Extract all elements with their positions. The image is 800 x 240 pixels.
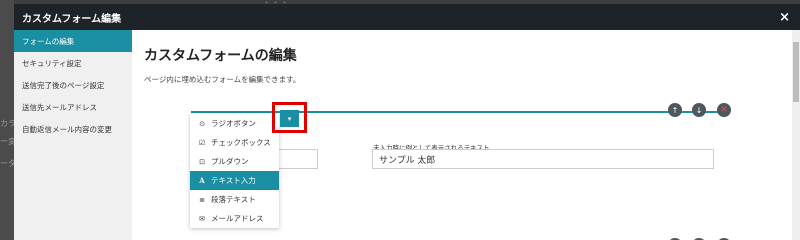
scrollbar-thumb[interactable] — [793, 42, 799, 102]
delete-icon: ✕ — [720, 105, 728, 115]
menu-item-label: メールアドレス — [211, 214, 264, 223]
menu-item-text-input[interactable]: A テキスト入力 — [190, 171, 279, 190]
modal-title: カスタムフォーム編集 — [22, 13, 122, 25]
custom-form-modal: カスタムフォーム編集 × フォームの編集 セキュリティ設定 送信完了後のページ設… — [14, 4, 800, 240]
text-icon: A — [199, 176, 205, 185]
mail-icon: ✉ — [199, 215, 205, 223]
main-content: カスタムフォームの編集 ページ内に埋め込むフォームを編集できます。 ↑ ↓ ✕ … — [132, 30, 800, 240]
sidebar-item-edit-form[interactable]: フォームの編集 — [14, 30, 132, 52]
menu-item-label: ラジオボタン — [211, 119, 256, 128]
page-title: カスタムフォームの編集 — [144, 47, 297, 63]
field-type-menu: ⊙ ラジオボタン ☑ チェックボックス ⊡ プルダウン A テキスト入力 ≣ 段… — [190, 114, 279, 228]
close-icon[interactable]: × — [779, 10, 790, 25]
sidebar-item-auto-reply[interactable]: 自動返信メール内容の変更 — [14, 118, 132, 140]
menu-item-paragraph[interactable]: ≣ 段落テキスト — [190, 190, 279, 209]
menu-item-label: チェックボックス — [211, 138, 271, 147]
page-description: ページ内に埋め込むフォームを編集できます。 — [144, 75, 301, 84]
menu-item-label: テキスト入力 — [211, 176, 256, 185]
move-up-button[interactable]: ↑ — [668, 103, 682, 117]
radio-icon: ⊙ — [199, 120, 205, 128]
paragraph-icon: ≣ — [199, 196, 205, 204]
arrow-up-icon: ↑ — [671, 105, 679, 115]
sidebar-item-completion-page[interactable]: 送信完了後のページ設定 — [14, 74, 132, 96]
arrow-down-icon: ↓ — [695, 105, 703, 115]
scrollbar[interactable] — [792, 30, 800, 240]
menu-item-label: プルダウン — [211, 157, 249, 166]
delete-field-button[interactable]: ✕ — [717, 103, 731, 117]
menu-item-pulldown[interactable]: ⊡ プルダウン — [190, 152, 279, 171]
field-name-input[interactable] — [278, 149, 318, 169]
background-page-left: カラ ー変 ータ — [0, 0, 16, 240]
select-icon: ⊡ — [199, 158, 205, 166]
menu-item-checkbox[interactable]: ☑ チェックボックス — [190, 133, 279, 152]
menu-item-label: 段落テキスト — [211, 195, 256, 204]
menu-item-email[interactable]: ✉ メールアドレス — [190, 209, 279, 228]
modal-header: カスタムフォーム編集 × — [14, 4, 800, 30]
highlight-box — [272, 102, 307, 133]
sidebar-item-recipient-email[interactable]: 送信先メールアドレス — [14, 96, 132, 118]
menu-item-radio[interactable]: ⊙ ラジオボタン — [190, 114, 279, 133]
sidebar: フォームの編集 セキュリティ設定 送信完了後のページ設定 送信先メールアドレス … — [14, 30, 132, 240]
checkbox-icon: ☑ — [198, 139, 206, 147]
sidebar-item-security[interactable]: セキュリティ設定 — [14, 52, 132, 74]
modal-body: フォームの編集 セキュリティ設定 送信完了後のページ設定 送信先メールアドレス … — [14, 30, 800, 240]
move-down-button[interactable]: ↓ — [692, 103, 706, 117]
placeholder-text-input[interactable]: サンプル 太郎 — [372, 149, 714, 169]
